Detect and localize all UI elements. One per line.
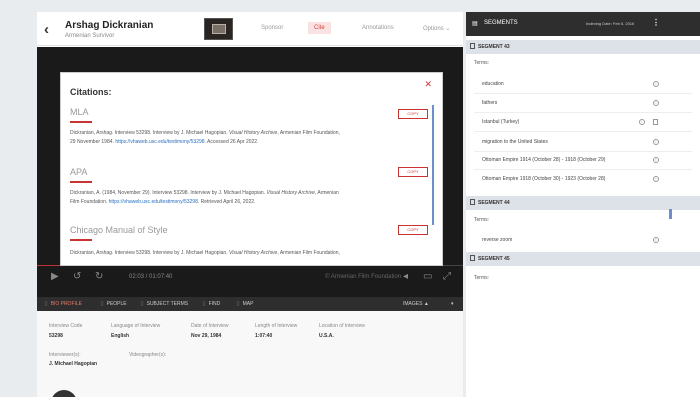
fullscreen-icon[interactable]: ⤢ [443,271,451,282]
tab-subject-terms[interactable]: || SUBJECT TERMS [141,301,188,307]
segment-icon [470,199,475,205]
terms-label: Terms: [474,217,489,223]
images-toggle[interactable]: IMAGES ▲ [403,301,429,307]
interview-location: U.S.A. [319,333,334,339]
interviewee-thumbnail[interactable] [204,18,233,40]
interview-date: Nov 29, 1984 [191,333,222,339]
term-item[interactable]: education [482,81,504,87]
info-icon[interactable]: i [653,176,659,182]
nav-annotations[interactable]: Annotations [362,25,394,31]
tab-people[interactable]: || PEOPLE [101,301,127,307]
citation-apa[interactable]: Dickranian, A. (1984, November 29). Inte… [70,189,432,207]
interview-language: English [111,333,130,339]
more-menu-icon[interactable]: ⋮ [652,18,660,27]
avatar [51,390,77,397]
term-item[interactable]: fathers [482,100,497,106]
document-icon[interactable] [653,119,658,125]
segments-header: ▤ SEGMENTS Indexing Date: Feb 5, 2016 ⋮ [466,12,700,36]
interview-metadata: Interview Code Language of Interview Dat… [37,311,463,397]
rewind-icon[interactable]: ↺ [73,271,81,282]
term-item[interactable]: Ottoman Empire 1918 (October 30) - 1923 … [482,176,605,182]
segment-header[interactable]: SEGMENT 45 [466,252,700,266]
info-icon[interactable]: i [653,81,659,87]
info-icon[interactable]: i [653,100,659,106]
volume-icon[interactable]: ◂ [403,271,408,282]
copy-mla-button[interactable]: COPY [398,109,428,119]
back-arrow-icon[interactable]: ‹ [44,21,49,38]
modal-scrollbar[interactable] [432,105,434,225]
segments-title: SEGMENTS [484,20,518,26]
segments-icon: ▤ [472,21,478,27]
terms-label: Terms: [474,275,489,281]
interviewer-name: J. Michael Hagopian [49,361,98,367]
nav-options[interactable]: Options ⌄ [423,25,450,32]
time-readout: 02:03 / 01:07:40 [129,274,173,280]
interview-code: 53298 [49,333,63,339]
meta-label: Length of Interview [255,323,298,329]
sidebar-scrollbar[interactable] [669,209,672,219]
term-item[interactable]: migration to the United States [482,139,548,145]
meta-label: Interview Code [49,323,83,329]
top-bar: ‹ Arshag Dickranian Armenian Survivor Sp… [37,12,463,46]
citation-link[interactable]: https://vhaweb.usc.edu/testimony/53298 [115,139,204,145]
info-icon[interactable]: i [653,237,659,243]
citations-modal: ✕ Citations: MLA COPY Dickranian, Arshag… [60,72,443,266]
interviewer-label: Interviewer(s): [49,352,81,358]
citation-link[interactable]: https://vhaweb.usc.edu/testimony/53298 [109,199,198,205]
segment-header[interactable]: SEGMENT 44 [466,196,700,210]
interview-length: 1:07:40 [255,333,273,339]
info-tab-bar: || BIO PROFILE || PEOPLE || SUBJECT TERMS |… [37,297,463,311]
nav-sponsor[interactable]: Sponsor [261,25,283,31]
term-item[interactable]: Istanbul (Turkey) [482,119,519,125]
segment-icon [470,255,475,261]
watermark: © Armenian Film Foundation [325,274,402,280]
info-icon[interactable]: i [653,139,659,145]
style-apa: APA [70,167,88,177]
tab-find[interactable]: || FIND [203,301,220,307]
indexing-date: Indexing Date: Feb 5, 2016 [586,21,635,26]
meta-label: Date of Interview [191,323,229,329]
captions-icon[interactable]: ▭ [423,271,432,282]
dropdown-icon[interactable]: ▾ [451,301,454,307]
play-icon[interactable]: ▶ [51,271,59,282]
close-icon[interactable]: ✕ [424,79,432,90]
style-mla: MLA [70,107,89,117]
tab-map[interactable]: || MAP [237,301,253,307]
videographer-label: Videographer(s): [129,352,167,358]
copy-apa-button[interactable]: COPY [398,167,428,177]
info-icon[interactable]: i [639,119,645,125]
modal-title: Citations: [70,87,112,97]
chevron-down-icon: ⌄ [445,26,451,32]
interviewee-subtitle: Armenian Survivor [65,33,115,39]
interviewee-name: Arshag Dickranian [65,20,154,31]
citation-chicago[interactable]: Dickranian, Arshag. Interview 53298. Int… [70,249,432,258]
copy-chicago-button[interactable]: COPY [398,225,428,235]
segment-header[interactable]: SEGMENT 43 [466,40,700,54]
nav-cite[interactable]: Cite [308,22,331,34]
term-item[interactable]: Ottoman Empire 1914 (October 28) - 1918 … [482,157,605,163]
citation-mla[interactable]: Dickranian, Arshag. Interview 53298. Int… [70,129,432,147]
info-icon[interactable]: i [653,157,659,163]
tab-bio-profile[interactable]: || BIO PROFILE [45,301,82,307]
meta-label: Language of Interview [111,323,161,329]
segments-panel: ▤ SEGMENTS Indexing Date: Feb 5, 2016 ⋮ … [466,12,700,397]
meta-label: Location of Interview [319,323,365,329]
segment-icon [470,43,475,49]
term-item[interactable]: reverse zoom [482,237,512,243]
forward-icon[interactable]: ↻ [95,271,103,282]
style-chicago: Chicago Manual of Style [70,225,168,235]
terms-label: Terms: [474,60,489,66]
main-panel: ‹ Arshag Dickranian Armenian Survivor Sp… [37,12,463,397]
